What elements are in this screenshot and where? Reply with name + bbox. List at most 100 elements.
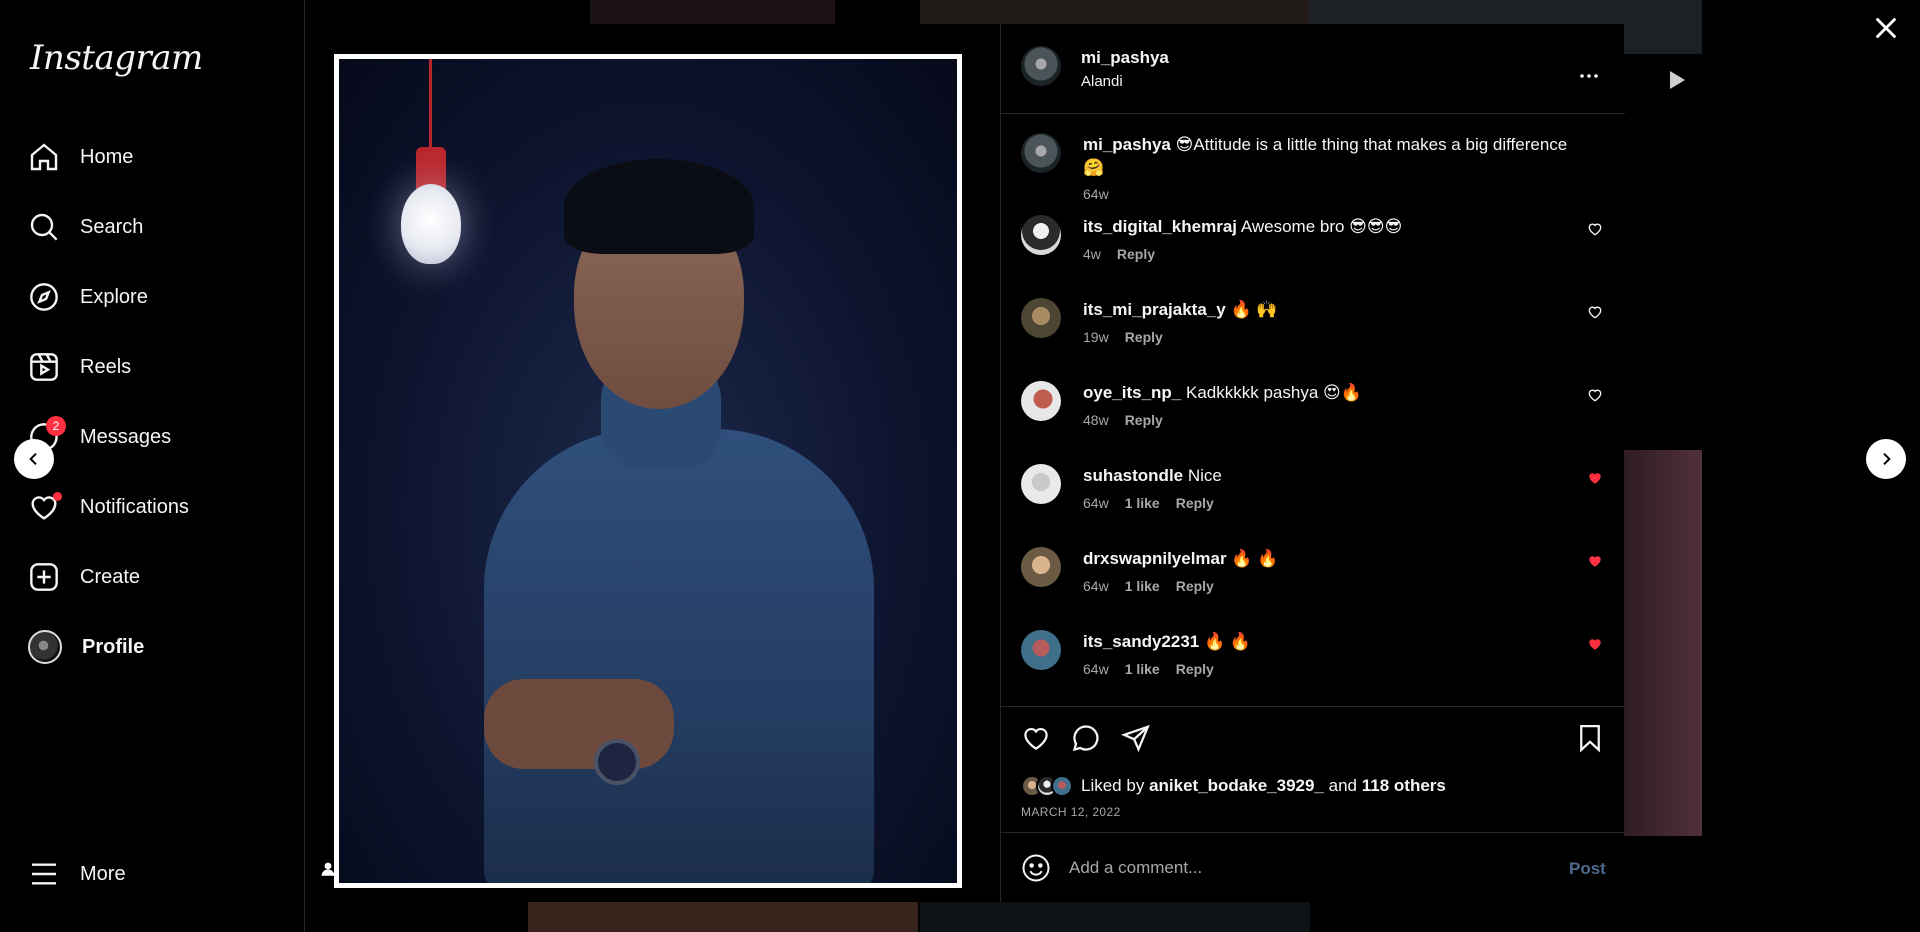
reels-icon bbox=[30, 353, 58, 381]
sidebar-item-notifications[interactable]: Notifications bbox=[28, 483, 288, 531]
comment-username[interactable]: its_digital_khemraj bbox=[1083, 217, 1237, 236]
reply-button[interactable]: Reply bbox=[1176, 495, 1214, 511]
comment-item: its_mi_prajakta_y 🔥 🙌 19w Reply bbox=[1021, 298, 1605, 358]
comment-liked-icon[interactable] bbox=[1587, 553, 1603, 569]
post-photo[interactable] bbox=[334, 54, 962, 888]
liked-by-others[interactable]: 118 others bbox=[1362, 776, 1446, 796]
comment-body: drxswapnilyelmar 🔥 🔥 bbox=[1083, 547, 1583, 570]
comment-text: Awesome bro 😎😎😎 bbox=[1240, 217, 1403, 236]
comment-item: its_sandy2231 🔥 🔥 64w 1 like Reply bbox=[1021, 630, 1605, 690]
comment-text: 🔥 🔥 bbox=[1203, 632, 1252, 651]
like-icon[interactable] bbox=[1021, 723, 1051, 753]
avatar[interactable] bbox=[1021, 464, 1061, 504]
comment-username[interactable]: suhastondle bbox=[1083, 466, 1183, 485]
reply-button[interactable]: Reply bbox=[1125, 329, 1163, 345]
post-actions: Liked by aniket_bodake_3929_ and 118 oth… bbox=[1001, 706, 1625, 832]
bookmark-icon[interactable] bbox=[1575, 723, 1605, 753]
more-options-icon[interactable] bbox=[1577, 64, 1601, 88]
comment-username[interactable]: its_mi_prajakta_y bbox=[1083, 300, 1226, 319]
avatar[interactable] bbox=[1021, 46, 1061, 86]
comments-list[interactable]: mi_pashya 😎Attitude is a little thing th… bbox=[1001, 115, 1625, 706]
comment-item: suhastondle Nice 64w 1 like Reply bbox=[1021, 464, 1605, 524]
sidebar-item-home[interactable]: Home bbox=[28, 133, 288, 181]
reply-button[interactable]: Reply bbox=[1125, 412, 1163, 428]
caption-meta: 64w bbox=[1083, 186, 1109, 202]
sidebar-item-reels[interactable]: Reels bbox=[28, 343, 288, 391]
avatar bbox=[28, 630, 62, 664]
sidebar-item-messages[interactable]: 2 Messages bbox=[28, 413, 288, 461]
comment-likes-count[interactable]: 1 like bbox=[1125, 495, 1160, 511]
post-details-panel: mi_pashya Alandi mi_pashya 😎Attitude is … bbox=[1000, 24, 1625, 902]
previous-post-button[interactable] bbox=[14, 439, 54, 479]
background-thumbnail bbox=[1624, 450, 1702, 836]
comment-username[interactable]: oye_its_np_ bbox=[1083, 383, 1181, 402]
next-post-button[interactable] bbox=[1866, 439, 1906, 479]
liked-by-user[interactable]: aniket_bodake_3929_ bbox=[1149, 776, 1324, 796]
comment-liked-icon[interactable] bbox=[1587, 470, 1603, 486]
emoji-icon[interactable] bbox=[1021, 853, 1051, 883]
comment-age: 64w bbox=[1083, 661, 1109, 677]
comment-like-icon[interactable] bbox=[1587, 387, 1603, 403]
background-thumbnail bbox=[920, 902, 1310, 932]
comment-like-icon[interactable] bbox=[1587, 221, 1603, 237]
messages-badge: 2 bbox=[46, 416, 66, 436]
post-comment-button[interactable]: Post bbox=[1569, 859, 1606, 879]
chevron-left-icon bbox=[29, 452, 37, 466]
comment-username[interactable]: mi_pashya bbox=[1083, 135, 1171, 154]
comment-icon[interactable] bbox=[1071, 723, 1101, 753]
comment-age: 64w bbox=[1083, 578, 1109, 594]
sidebar-item-search[interactable]: Search bbox=[28, 203, 288, 251]
avatar[interactable] bbox=[1021, 630, 1061, 670]
home-icon bbox=[30, 143, 58, 171]
sidebar-item-more[interactable]: More bbox=[28, 850, 288, 898]
comment-meta: 64w 1 like Reply bbox=[1083, 495, 1214, 511]
post-location[interactable]: Alandi bbox=[1081, 73, 1123, 90]
comment-likes-count[interactable]: 1 like bbox=[1125, 661, 1160, 677]
person-hands bbox=[484, 679, 674, 769]
chevron-right-icon bbox=[1883, 452, 1891, 466]
sidebar-item-create[interactable]: Create bbox=[28, 553, 288, 601]
background-thumbnail bbox=[528, 902, 918, 932]
share-icon[interactable] bbox=[1121, 723, 1151, 753]
avatar[interactable] bbox=[1021, 215, 1061, 255]
comment-item: drxswapnilyelmar 🔥 🔥 64w 1 like Reply bbox=[1021, 547, 1605, 607]
user-tag-icon[interactable] bbox=[319, 860, 337, 878]
comment-liked-icon[interactable] bbox=[1587, 636, 1603, 652]
post-username[interactable]: mi_pashya bbox=[1081, 48, 1169, 68]
post-date[interactable]: MARCH 12, 2022 bbox=[1021, 805, 1121, 819]
avatar[interactable] bbox=[1021, 133, 1061, 173]
comment-likes-count[interactable]: 1 like bbox=[1125, 578, 1160, 594]
post-header: mi_pashya Alandi bbox=[1001, 24, 1625, 114]
comment-like-icon[interactable] bbox=[1587, 304, 1603, 320]
comment-input[interactable] bbox=[1069, 853, 1529, 883]
sidebar-item-label: Home bbox=[80, 145, 134, 168]
liked-by-middle: and bbox=[1328, 776, 1358, 795]
avatar[interactable] bbox=[1021, 381, 1061, 421]
reply-button[interactable]: Reply bbox=[1176, 661, 1214, 677]
comment-age: 64w bbox=[1083, 186, 1109, 202]
sidebar-item-label: Messages bbox=[80, 425, 172, 448]
instagram-logo[interactable]: Instagram bbox=[30, 38, 203, 78]
comment-meta: 64w 1 like Reply bbox=[1083, 661, 1214, 677]
comment-username[interactable]: its_sandy2231 bbox=[1083, 632, 1199, 651]
sidebar-item-label: Reels bbox=[80, 355, 132, 378]
sidebar-item-explore[interactable]: Explore bbox=[28, 273, 288, 321]
sidebar-item-label: Explore bbox=[80, 285, 148, 308]
avatar[interactable] bbox=[1021, 547, 1061, 587]
likes-summary: Liked by aniket_bodake_3929_ and 118 oth… bbox=[1021, 775, 1446, 797]
photo-content bbox=[339, 59, 957, 883]
close-icon[interactable] bbox=[1872, 14, 1900, 42]
background-thumbnail bbox=[590, 0, 835, 24]
comment-age: 64w bbox=[1083, 495, 1109, 511]
comment-text: Kadkkkkk pashya 😍🔥 bbox=[1186, 383, 1362, 402]
comment-username[interactable]: drxswapnilyelmar bbox=[1083, 549, 1227, 568]
liker-avatars bbox=[1021, 775, 1073, 797]
reply-button[interactable]: Reply bbox=[1176, 578, 1214, 594]
menu-icon bbox=[32, 863, 56, 885]
sidebar-item-profile[interactable]: Profile bbox=[28, 623, 288, 671]
avatar bbox=[1051, 775, 1073, 797]
avatar[interactable] bbox=[1021, 298, 1061, 338]
reply-button[interactable]: Reply bbox=[1117, 246, 1155, 262]
liked-by-prefix: Liked by bbox=[1081, 776, 1145, 795]
sidebar-item-label: Create bbox=[80, 565, 141, 588]
